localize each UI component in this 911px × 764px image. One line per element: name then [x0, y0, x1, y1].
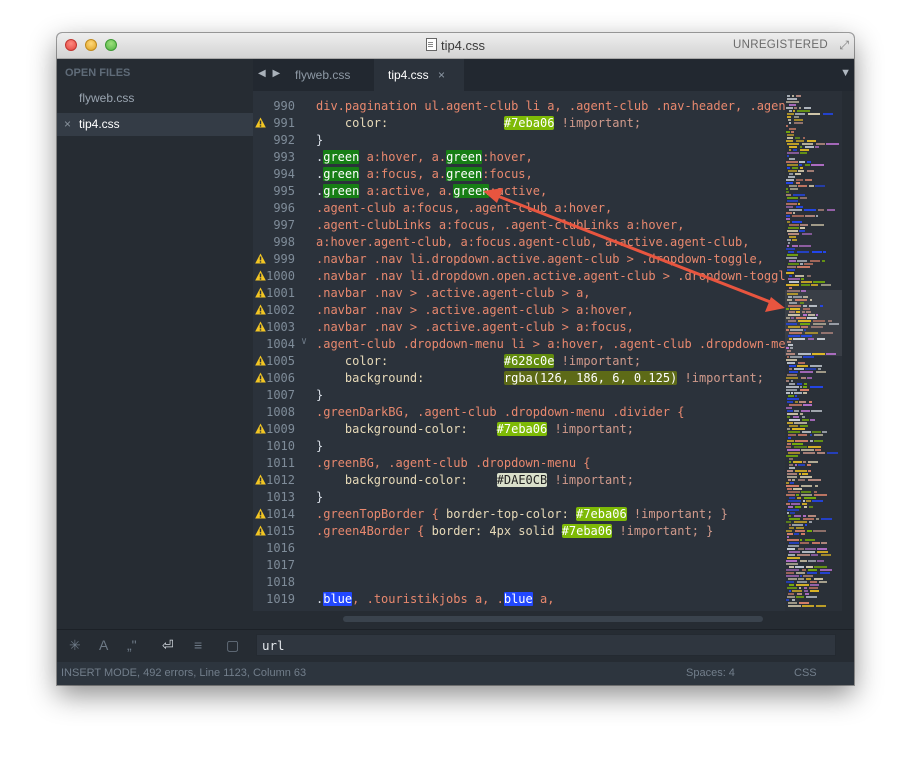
annotation-arrow	[483, 188, 785, 312]
editor-window: tip4.css UNREGISTERED ⤢ OPEN FILES flywe…	[57, 33, 854, 685]
